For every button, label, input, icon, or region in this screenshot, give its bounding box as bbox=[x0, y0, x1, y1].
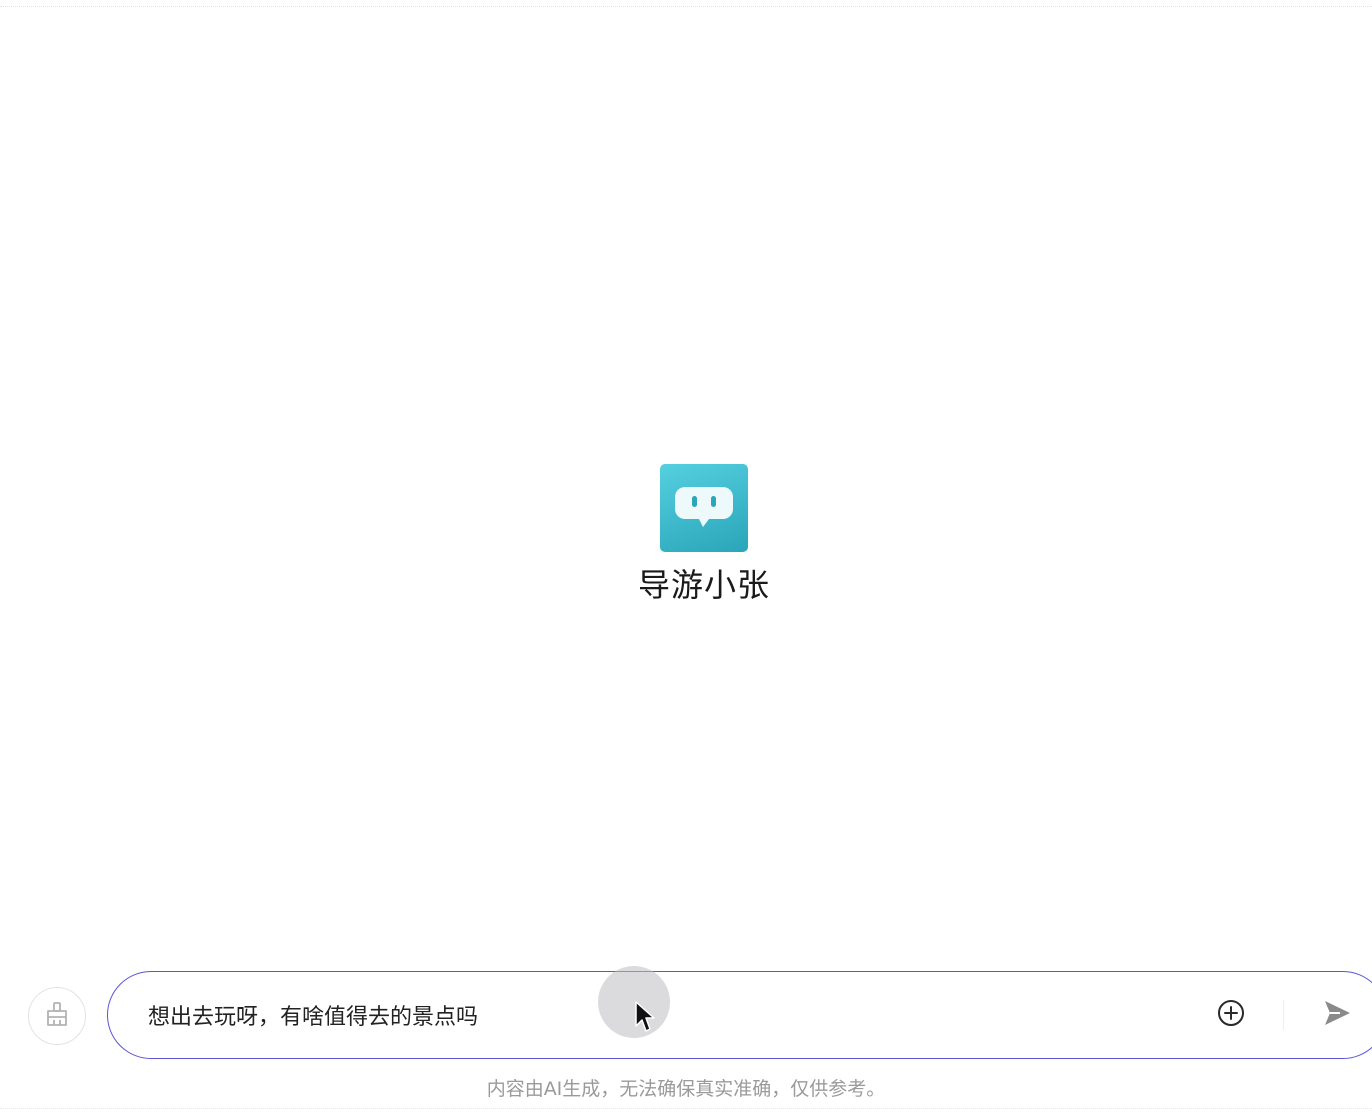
broom-icon bbox=[43, 1000, 71, 1032]
plus-circle-icon bbox=[1217, 999, 1245, 1031]
clear-chat-button[interactable] bbox=[28, 987, 86, 1045]
agent-name: 导游小张 bbox=[637, 566, 770, 604]
bottom-divider bbox=[0, 1108, 1372, 1109]
composer-divider bbox=[1283, 1000, 1284, 1030]
attach-button[interactable] bbox=[1216, 1000, 1246, 1030]
send-button[interactable] bbox=[1320, 998, 1354, 1032]
ai-disclaimer: 内容由AI生成，无法确保真实准确，仅供参考。 bbox=[486, 1078, 886, 1100]
mouse-cursor-icon bbox=[634, 1000, 656, 1038]
composer bbox=[107, 971, 1372, 1059]
send-icon bbox=[1322, 998, 1352, 1032]
top-divider bbox=[0, 6, 1372, 7]
chat-page: 导游小张 想出去玩呀，有啥值得去的景点吗 内容由AI生成，无法确保真实准确，仅供… bbox=[0, 0, 1372, 1116]
chat-bubble-face-icon bbox=[660, 464, 748, 552]
agent-card: 导游小张 bbox=[586, 464, 822, 606]
